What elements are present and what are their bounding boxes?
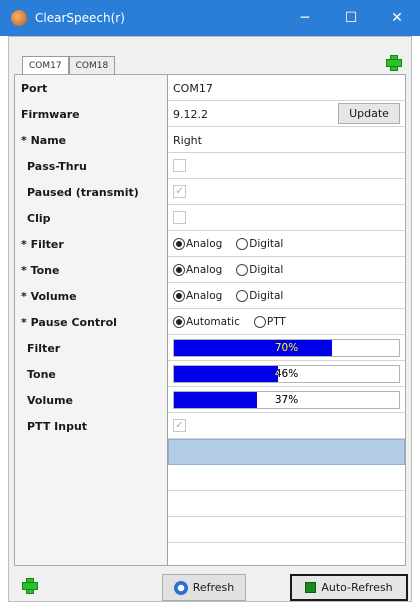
volume-level-bar[interactable]: 37% bbox=[173, 391, 400, 409]
radio-selected-icon bbox=[173, 290, 185, 302]
filter-digital-label: Digital bbox=[249, 238, 284, 250]
property-grid: Port COM17 Firmware 9.12.2 Update * Name… bbox=[14, 74, 406, 566]
volume-label: * Volume bbox=[15, 283, 168, 309]
maximize-button[interactable]: ☐ bbox=[328, 0, 374, 36]
name-label: * Name bbox=[15, 127, 168, 153]
refresh-label: Refresh bbox=[192, 581, 235, 594]
filter-analog-label: Analog bbox=[186, 238, 223, 250]
tone-level-label: Tone bbox=[15, 361, 168, 387]
row-pass-thru: Pass-Thru bbox=[15, 153, 405, 179]
ptt-input-label: PTT Input bbox=[15, 413, 168, 439]
volume-digital-label: Digital bbox=[249, 290, 284, 302]
empty-row bbox=[15, 465, 405, 491]
empty-row-label bbox=[15, 491, 168, 517]
row-volume-level: Volume 37% bbox=[15, 387, 405, 413]
empty-row bbox=[15, 543, 405, 565]
tone-level-bar[interactable]: 46% bbox=[173, 365, 400, 383]
minimize-button[interactable]: ─ bbox=[282, 0, 328, 36]
filter-digital-option[interactable]: Digital bbox=[236, 238, 283, 250]
filter-label: * Filter bbox=[15, 231, 168, 257]
paused-checkbox[interactable]: ✓ bbox=[173, 185, 186, 198]
tone-level-text: 46% bbox=[274, 368, 299, 380]
pause-control-radio-group: Automatic PTT bbox=[173, 309, 286, 335]
firmware-value: 9.12.2 bbox=[173, 107, 208, 121]
paused-label: Paused (transmit) bbox=[15, 179, 168, 205]
pause-control-label: * Pause Control bbox=[15, 309, 168, 335]
row-port: Port COM17 bbox=[15, 75, 405, 101]
row-pause-control: * Pause Control Automatic PTT bbox=[15, 309, 405, 335]
row-tone-level: Tone 46% bbox=[15, 361, 405, 387]
pause-ptt-label: PTT bbox=[266, 316, 286, 328]
tone-digital-option[interactable]: Digital bbox=[236, 264, 283, 276]
port-value: COM17 bbox=[173, 81, 213, 95]
empty-row bbox=[15, 439, 405, 465]
radio-selected-icon bbox=[173, 238, 185, 250]
clip-label: Clip bbox=[15, 205, 168, 231]
empty-row-label bbox=[15, 543, 168, 565]
tone-label: * Tone bbox=[15, 257, 168, 283]
filter-analog-option[interactable]: Analog bbox=[173, 238, 222, 250]
empty-row-label bbox=[15, 465, 168, 491]
pause-automatic-label: Automatic bbox=[186, 316, 240, 328]
port-label: Port bbox=[15, 75, 168, 101]
pass-thru-label: Pass-Thru bbox=[15, 153, 168, 179]
empty-row bbox=[15, 491, 405, 517]
row-tone: * Tone Analog Digital bbox=[15, 257, 405, 283]
green-square-icon bbox=[305, 582, 317, 593]
radio-icon bbox=[253, 316, 266, 328]
volume-level-label: Volume bbox=[15, 387, 168, 413]
pass-thru-checkbox[interactable] bbox=[173, 159, 186, 172]
pause-automatic-option[interactable]: Automatic bbox=[173, 316, 240, 328]
name-field[interactable]: Right bbox=[173, 127, 202, 153]
tone-digital-label: Digital bbox=[249, 264, 284, 276]
selected-cell[interactable] bbox=[168, 439, 405, 465]
radio-icon bbox=[236, 238, 249, 250]
tone-analog-option[interactable]: Analog bbox=[173, 264, 222, 276]
refresh-icon bbox=[173, 580, 188, 595]
clip-checkbox[interactable] bbox=[173, 211, 186, 224]
device-tabs: COM17 COM18 bbox=[22, 56, 116, 74]
pause-ptt-option[interactable]: PTT bbox=[253, 316, 286, 328]
volume-analog-label: Analog bbox=[186, 290, 223, 302]
radio-selected-icon bbox=[173, 316, 185, 328]
add-plus-icon[interactable] bbox=[22, 578, 38, 594]
empty-row-label bbox=[15, 517, 168, 543]
filter-level-bar[interactable]: 70% bbox=[173, 339, 400, 357]
auto-refresh-button[interactable]: Auto-Refresh bbox=[290, 574, 408, 601]
tab-com17[interactable]: COM17 bbox=[22, 56, 69, 74]
volume-digital-option[interactable]: Digital bbox=[236, 290, 283, 302]
tone-analog-label: Analog bbox=[186, 264, 223, 276]
refresh-button[interactable]: Refresh bbox=[162, 574, 246, 601]
tab-com18[interactable]: COM18 bbox=[68, 56, 116, 74]
volume-level-text: 37% bbox=[274, 394, 299, 406]
title-bar: ClearSpeech(r) ─ ☐ ✕ bbox=[0, 0, 420, 36]
tone-radio-group: Analog Digital bbox=[173, 257, 283, 283]
volume-radio-group: Analog Digital bbox=[173, 283, 283, 309]
close-button[interactable]: ✕ bbox=[374, 0, 420, 36]
app-icon bbox=[11, 10, 27, 26]
filter-radio-group: Analog Digital bbox=[173, 231, 283, 257]
row-firmware: Firmware 9.12.2 Update bbox=[15, 101, 405, 127]
add-device-plus-icon[interactable] bbox=[386, 55, 402, 71]
radio-icon bbox=[236, 290, 249, 302]
row-clip: Clip bbox=[15, 205, 405, 231]
row-name: * Name Right bbox=[15, 127, 405, 153]
row-paused: Paused (transmit) ✓ bbox=[15, 179, 405, 205]
auto-refresh-label: Auto-Refresh bbox=[321, 581, 393, 594]
ptt-input-checkbox[interactable]: ✓ bbox=[173, 419, 186, 432]
row-ptt-input: PTT Input ✓ bbox=[15, 413, 405, 439]
empty-row bbox=[15, 517, 405, 543]
empty-row-label bbox=[15, 439, 168, 465]
volume-analog-option[interactable]: Analog bbox=[173, 290, 222, 302]
update-button[interactable]: Update bbox=[338, 103, 400, 124]
filter-level-label: Filter bbox=[15, 335, 168, 361]
row-filter-level: Filter 70% bbox=[15, 335, 405, 361]
radio-icon bbox=[236, 264, 249, 276]
row-volume: * Volume Analog Digital bbox=[15, 283, 405, 309]
firmware-label: Firmware bbox=[15, 101, 168, 127]
window-title: ClearSpeech(r) bbox=[35, 11, 125, 25]
filter-level-text: 70% bbox=[274, 342, 299, 354]
row-filter: * Filter Analog Digital bbox=[15, 231, 405, 257]
radio-selected-icon bbox=[173, 264, 185, 276]
